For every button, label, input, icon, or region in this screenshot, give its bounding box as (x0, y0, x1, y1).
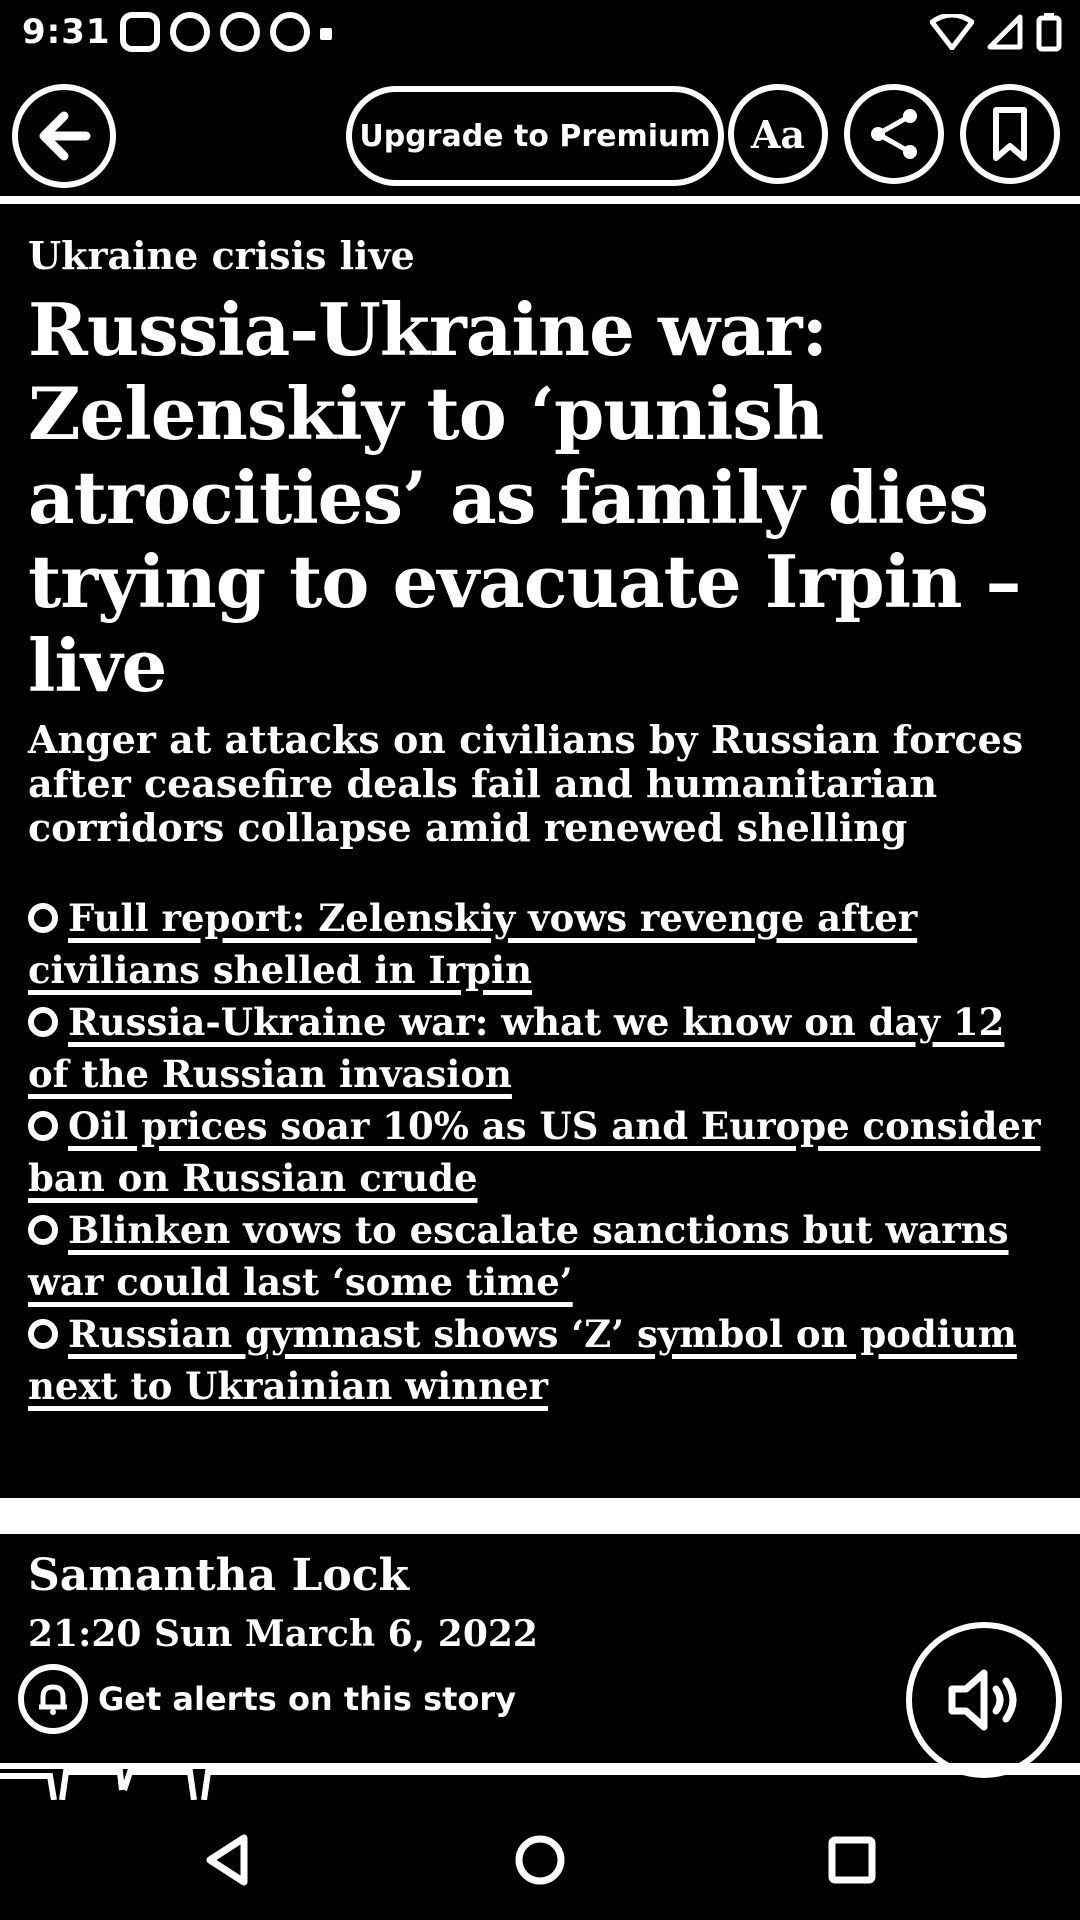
nav-home-button[interactable] (512, 1832, 568, 1888)
arrow-left-icon (39, 111, 91, 161)
alerts-label: Get alerts on this story (98, 1680, 517, 1718)
bullet-icon (28, 1215, 58, 1245)
shield-notification-icon (170, 12, 210, 52)
more-notifications-icon (320, 28, 332, 40)
related-link[interactable]: Russian gymnast shows ‘Z’ symbol on podi… (28, 1312, 1017, 1408)
related-link[interactable]: Blinken vows to escalate sanctions but w… (28, 1208, 1009, 1304)
related-link[interactable]: Russia-Ukraine war: what we know on day … (28, 1000, 1004, 1096)
bullet-icon (28, 1319, 58, 1349)
system-icons (930, 12, 1062, 52)
circle-home-icon (515, 1835, 565, 1885)
app-notification-icon (220, 12, 260, 52)
bullet-icon (28, 1007, 58, 1037)
article-toolbar: Upgrade to Premium Aa (0, 76, 1080, 204)
related-link-item: Russian gymnast shows ‘Z’ symbol on podi… (28, 1308, 1048, 1412)
text-size-icon: Aa (750, 111, 806, 157)
back-button[interactable] (12, 84, 116, 188)
related-link-item: Oil prices soar 10% as US and Europe con… (28, 1100, 1048, 1204)
upgrade-premium-button[interactable]: Upgrade to Premium (346, 86, 724, 186)
article-header: Ukraine crisis live Russia-Ukraine war: … (28, 232, 1058, 708)
bookmark-button[interactable] (960, 84, 1060, 184)
status-time: 9:31 (22, 12, 111, 52)
article-kicker[interactable]: Ukraine crisis live (28, 232, 1058, 280)
publish-date: 21:20 Sun March 6, 2022 (28, 1613, 538, 1655)
text-size-button[interactable]: Aa (728, 84, 828, 184)
bullet-icon (28, 903, 58, 933)
bullet-icon (28, 1111, 58, 1141)
author-name[interactable]: Samantha Lock (28, 1550, 538, 1602)
related-link[interactable]: Full report: Zelenskiy vows revenge afte… (28, 896, 917, 992)
article-standfirst: Anger at attacks on civilians by Russian… (28, 717, 1024, 850)
notification-icons (120, 12, 332, 52)
related-link-item: Full report: Zelenskiy vows revenge afte… (28, 892, 1048, 996)
bookmark-icon (993, 107, 1027, 161)
system-navigation-bar (0, 1800, 1080, 1920)
signal-icon (987, 14, 1023, 50)
bottom-rule (0, 1763, 1080, 1800)
at-notification-icon (270, 12, 310, 52)
related-link[interactable]: Oil prices soar 10% as US and Europe con… (28, 1104, 1040, 1200)
article-headline: Russia-Ukraine war: Zelenskiy to ‘punish… (28, 287, 1021, 708)
share-icon (871, 109, 917, 159)
triangle-back-icon (206, 1834, 248, 1886)
settings-notification-icon (120, 12, 160, 52)
related-link-item: Russia-Ukraine war: what we know on day … (28, 996, 1048, 1100)
nav-back-button[interactable] (200, 1832, 256, 1888)
bell-icon (18, 1664, 88, 1734)
section-divider (0, 1498, 1080, 1534)
related-links-list: Full report: Zelenskiy vows revenge afte… (28, 892, 1048, 1412)
square-recents-icon (828, 1836, 876, 1884)
listen-button[interactable] (906, 1622, 1062, 1778)
speaker-icon (948, 1669, 1017, 1731)
share-button[interactable] (844, 84, 944, 184)
wifi-icon (930, 14, 974, 50)
byline: Samantha Lock 21:20 Sun March 6, 2022 (28, 1550, 538, 1658)
battery-icon (1036, 13, 1062, 52)
related-link-item: Blinken vows to escalate sanctions but w… (28, 1204, 1048, 1308)
status-bar: 9:31 (0, 0, 1080, 64)
nav-recents-button[interactable] (824, 1832, 880, 1888)
alerts-toggle[interactable]: Get alerts on this story (18, 1664, 516, 1734)
